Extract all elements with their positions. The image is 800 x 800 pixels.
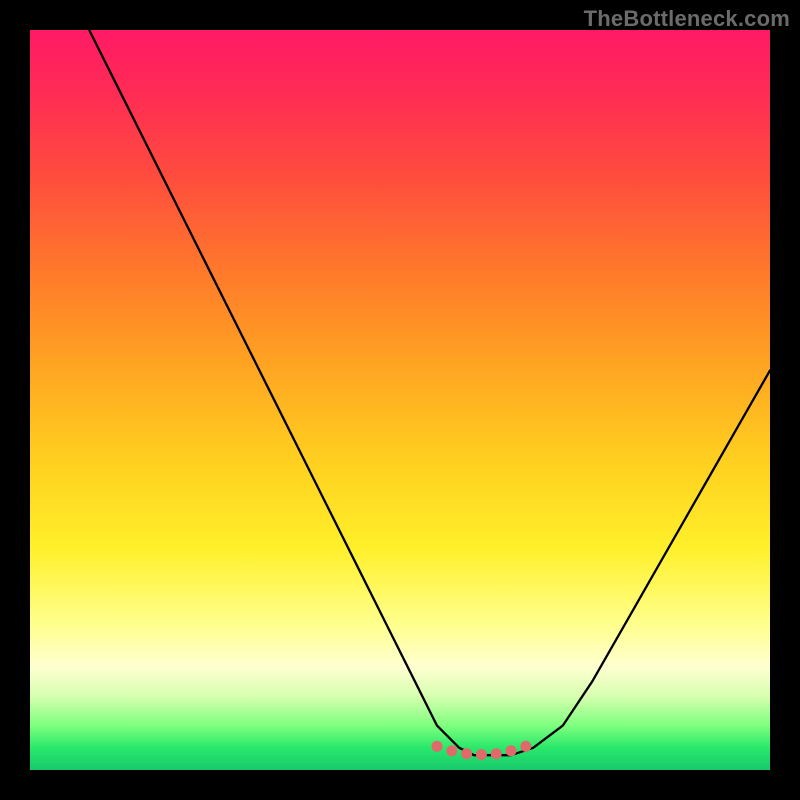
trough-dot [491,748,502,759]
trough-dot [506,745,517,756]
curve-svg [30,30,770,770]
watermark-text: TheBottleneck.com [584,6,790,32]
trough-dots [432,741,532,760]
trough-dot [461,748,472,759]
bottleneck-curve [89,30,770,755]
trough-dot [520,741,531,752]
trough-dot [446,745,457,756]
trough-dot [476,749,487,760]
chart-frame: TheBottleneck.com [0,0,800,800]
plot-area [30,30,770,770]
trough-dot [432,741,443,752]
